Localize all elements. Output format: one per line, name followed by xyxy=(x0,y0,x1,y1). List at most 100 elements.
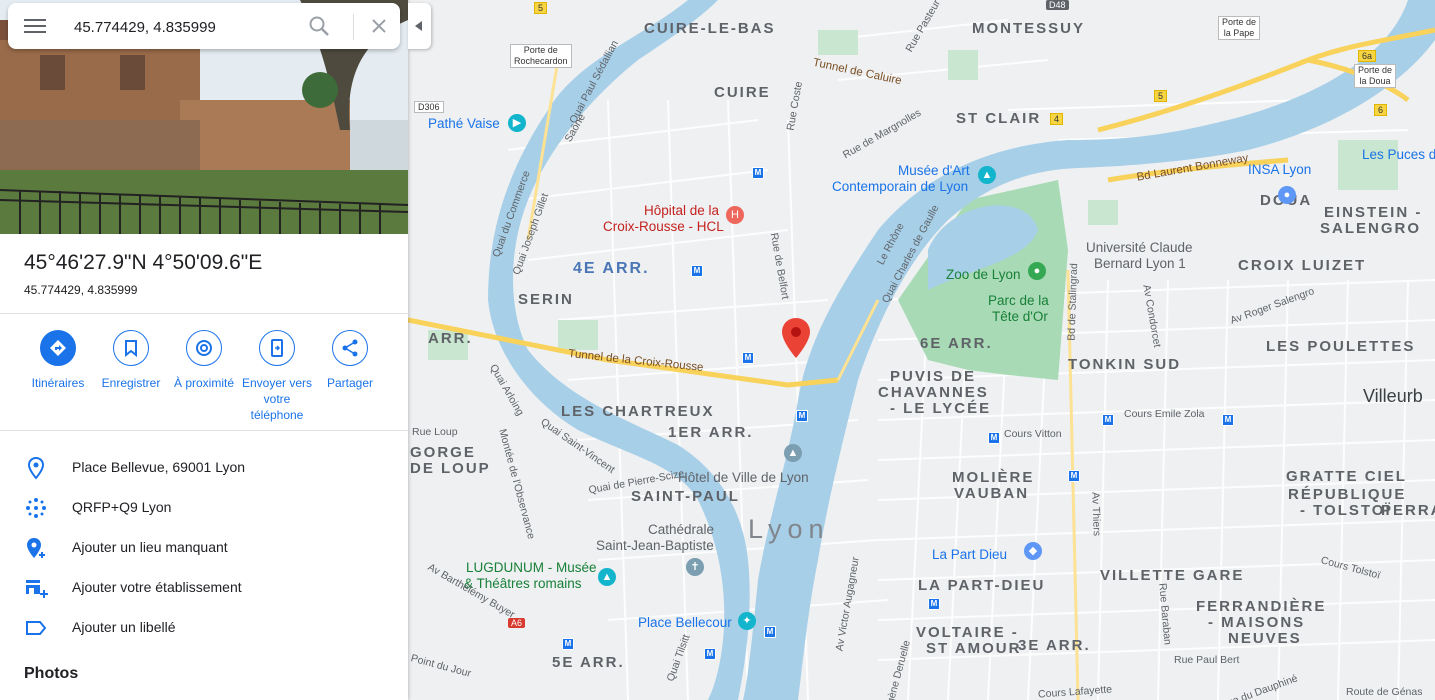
cinema-icon[interactable]: ▶ xyxy=(508,114,526,132)
museum-icon[interactable]: ▲ xyxy=(598,568,616,586)
action-label: Enregistrer xyxy=(101,376,161,390)
district-label: 1ER ARR. xyxy=(668,424,754,441)
add-label-row[interactable]: Ajouter un libellé xyxy=(0,607,408,647)
street-label: Route de Génas xyxy=(1346,686,1423,698)
district-label: 5E ARR. xyxy=(552,654,625,671)
add-place-row[interactable]: Ajouter un lieu manquant xyxy=(0,527,408,567)
street-label: Cours Vitton xyxy=(1004,428,1062,440)
add-place-icon xyxy=(27,538,45,558)
route-shield: 6 xyxy=(1374,104,1388,116)
poi-label[interactable]: Saint-Jean-Baptiste xyxy=(596,538,714,553)
district-label: LA PART-DIEU xyxy=(918,577,1046,594)
poi-label[interactable]: Croix-Rousse - HCL xyxy=(603,219,724,234)
poi-label[interactable]: Contemporain de Lyon xyxy=(832,179,968,194)
search-input[interactable] xyxy=(72,13,296,41)
district-label: - MAISONS xyxy=(1208,614,1306,631)
metro-station-icon[interactable]: M xyxy=(704,648,716,660)
route-shield: Porte de Rochecardon xyxy=(510,44,572,68)
museum-icon[interactable]: ▲ xyxy=(978,166,996,184)
church-icon[interactable]: ✝ xyxy=(686,558,704,576)
poi-label[interactable]: Cathédrale xyxy=(648,522,714,537)
poi-label[interactable]: Hôpital de la xyxy=(644,203,719,218)
send-to-phone-icon xyxy=(271,339,283,357)
district-label: SERIN xyxy=(518,291,574,308)
nearby-button[interactable]: À proximité xyxy=(168,330,240,391)
poi-label[interactable]: Place Bellecour xyxy=(638,615,732,630)
city-label: Lyon xyxy=(748,514,830,544)
metro-station-icon[interactable]: M xyxy=(1068,470,1080,482)
metro-station-icon[interactable]: M xyxy=(764,626,776,638)
poi-label[interactable]: Les Puces d xyxy=(1362,147,1435,162)
district-label: FERRANDIÈRE xyxy=(1196,598,1327,615)
address-row[interactable]: Place Bellevue, 69001 Lyon xyxy=(0,447,408,487)
district-label: CHAVANNES xyxy=(878,384,989,401)
district-label: RÉPUBLIQUE xyxy=(1288,486,1407,503)
metro-station-icon[interactable]: M xyxy=(752,167,764,179)
metro-station-icon[interactable]: M xyxy=(988,432,1000,444)
metro-station-icon[interactable]: M xyxy=(1102,414,1114,426)
poi-label[interactable]: Parc de la xyxy=(988,293,1049,308)
search-box xyxy=(8,3,400,49)
metro-station-icon[interactable]: M xyxy=(691,265,703,277)
photos-heading: Photos xyxy=(24,665,79,682)
info-text: Place Bellevue, 69001 Lyon xyxy=(72,459,246,475)
close-icon[interactable] xyxy=(366,13,392,39)
route-shield: 4 xyxy=(1050,113,1064,125)
district-label: PERRAL xyxy=(1381,502,1435,519)
poi-label[interactable]: Hôtel de Ville de Lyon xyxy=(678,470,809,485)
poi-label[interactable]: Zoo de Lyon xyxy=(946,267,1021,282)
district-label: - TOLSTOÏ xyxy=(1300,502,1392,519)
metro-station-icon[interactable]: M xyxy=(562,638,574,650)
poi-label[interactable]: & Théâtres romains xyxy=(464,576,582,591)
collapse-panel-button[interactable] xyxy=(408,3,431,49)
map-canvas[interactable]: Porte de Rochecardon Porte de la Pape Port… xyxy=(408,0,1435,700)
route-shield: D306 xyxy=(414,101,444,113)
district-label: - LE LYCÉE xyxy=(890,400,992,417)
district-label: ST CLAIR xyxy=(956,110,1042,127)
info-text: Ajouter votre établissement xyxy=(72,579,242,595)
add-business-row[interactable]: Ajouter votre établissement xyxy=(0,567,408,607)
search-icon[interactable] xyxy=(306,13,332,39)
hospital-icon[interactable]: H xyxy=(726,206,744,224)
shopping-icon[interactable]: ◆ xyxy=(1024,542,1042,560)
district-label: LES CHARTREUX xyxy=(561,403,715,420)
district-label: GORGE xyxy=(410,444,476,461)
street-label: Rue Paul Bert xyxy=(1174,654,1240,666)
poi-label[interactable]: Musée d'Art xyxy=(898,163,970,178)
poi-label[interactable]: LUGDUNUM - Musée xyxy=(466,560,597,575)
location-pin-icon xyxy=(27,456,45,480)
directions-icon xyxy=(50,340,66,356)
chevron-left-icon xyxy=(415,21,422,31)
directions-button[interactable]: Itinéraires xyxy=(22,330,94,391)
district-label: CROIX LUIZET xyxy=(1238,257,1367,274)
poi-label[interactable]: Pathé Vaise xyxy=(428,116,500,131)
location-marker-icon[interactable] xyxy=(782,318,810,358)
city-hall-icon[interactable]: ▲ xyxy=(784,444,802,462)
poi-label[interactable]: Tête d'Or xyxy=(992,309,1048,324)
attraction-icon[interactable]: ✦ xyxy=(738,612,756,630)
district-label: NEUVES xyxy=(1228,630,1302,647)
place-subtitle: 45.774429, 4.835999 xyxy=(24,283,138,297)
zoo-icon[interactable]: ● xyxy=(1028,262,1046,280)
district-label: ST AMOUR xyxy=(926,640,1022,657)
menu-icon[interactable] xyxy=(24,16,46,36)
action-label: Partager xyxy=(326,376,374,390)
info-text: Ajouter un libellé xyxy=(72,619,176,635)
poi-label[interactable]: La Part Dieu xyxy=(932,547,1007,562)
share-button[interactable]: Partager xyxy=(314,330,386,391)
metro-station-icon[interactable]: M xyxy=(1222,414,1234,426)
save-button[interactable]: Enregistrer xyxy=(95,330,167,391)
metro-station-icon[interactable]: M xyxy=(796,410,808,422)
poi-label[interactable]: INSA Lyon xyxy=(1248,162,1311,177)
school-icon[interactable]: ● xyxy=(1278,186,1296,204)
route-shield: Porte de la Doua xyxy=(1354,64,1397,88)
side-panel: 45°46'27.9"N 4°50'09.6"E 45.774429, 4.83… xyxy=(0,0,408,700)
info-text: Ajouter un lieu manquant xyxy=(72,539,228,555)
metro-station-icon[interactable]: M xyxy=(742,352,754,364)
metro-station-icon[interactable]: M xyxy=(928,598,940,610)
plus-code-row[interactable]: QRFP+Q9 Lyon xyxy=(0,487,408,527)
district-label: SAINT-PAUL xyxy=(631,488,740,505)
district-label: DE LOUP xyxy=(410,460,491,477)
district-label: 4E ARR. xyxy=(573,260,650,277)
send-to-phone-button[interactable]: Envoyer vers votre téléphone xyxy=(241,330,313,423)
